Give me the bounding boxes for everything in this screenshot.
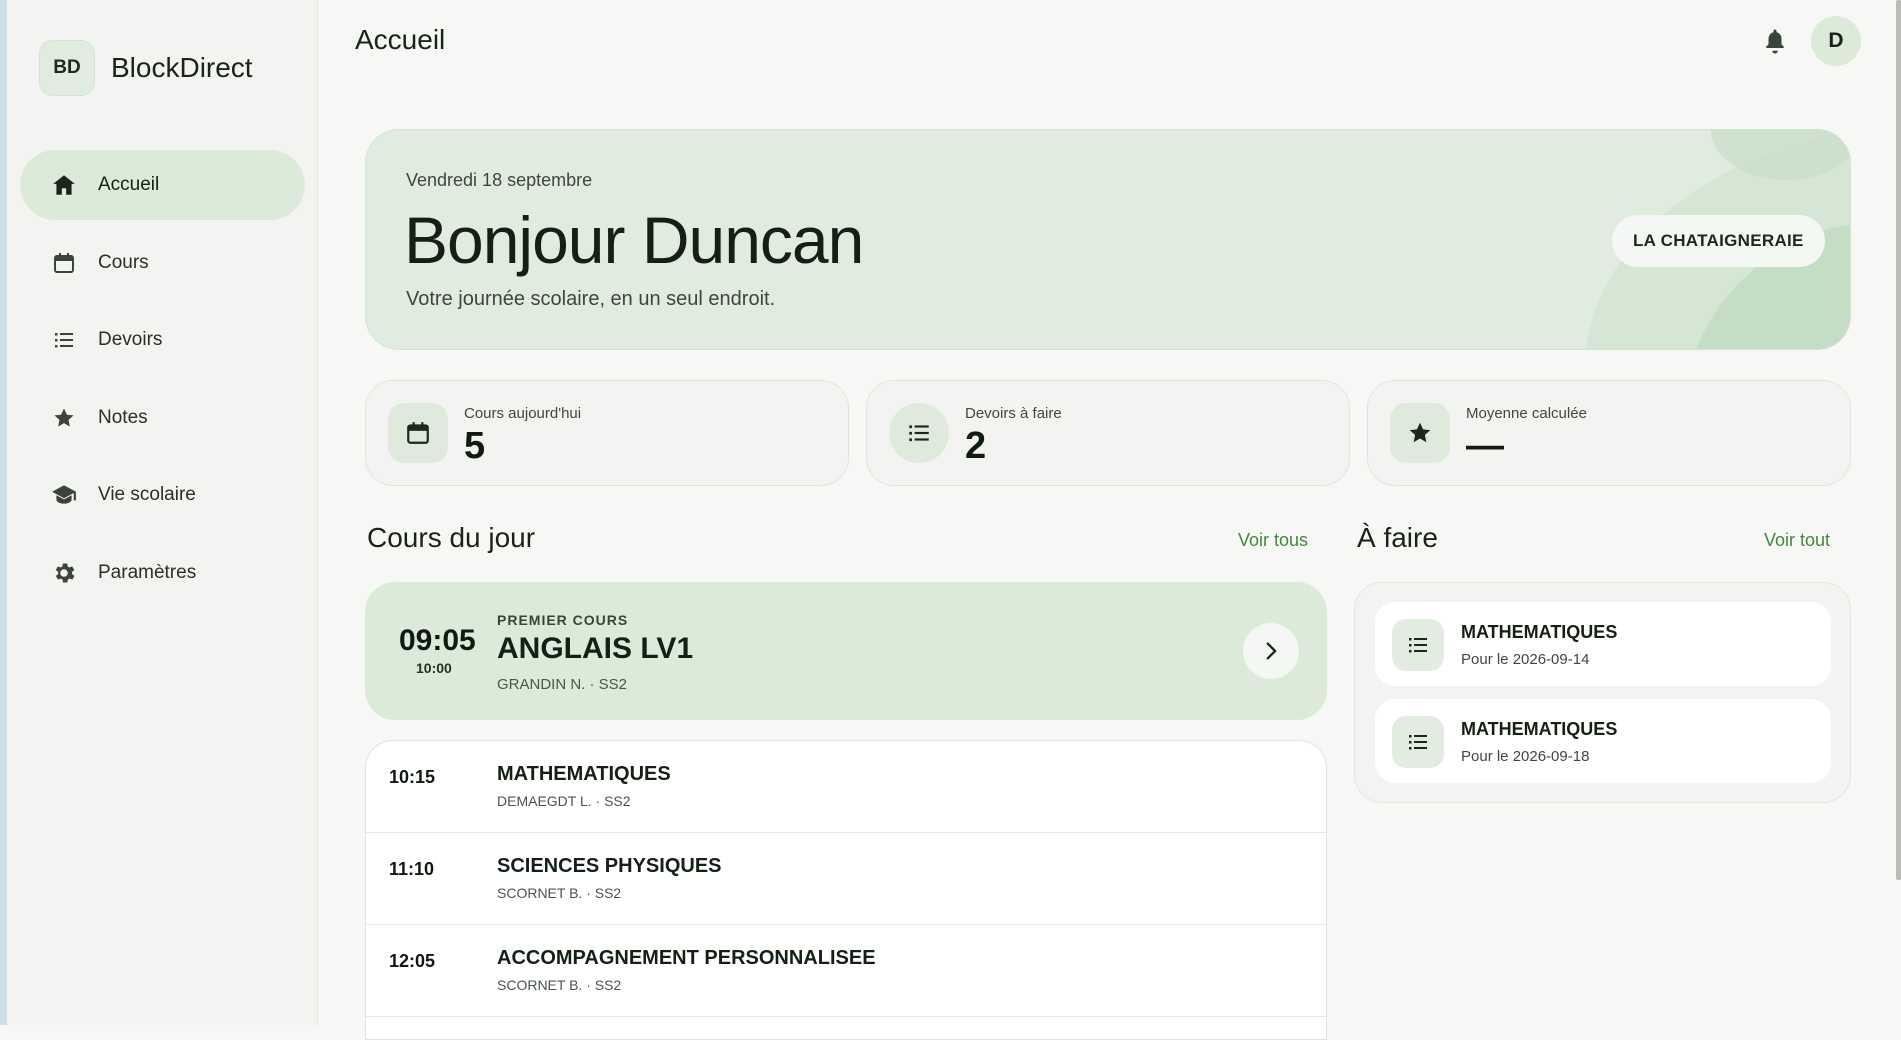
stat-value: 5 <box>464 425 486 467</box>
sidebar-item-label: Paramètres <box>98 561 197 583</box>
sidebar-item-cours[interactable]: Cours <box>20 228 305 298</box>
sidebar-item-vie-scolaire[interactable]: Vie scolaire <box>20 460 305 530</box>
sidebar-item-devoirs[interactable]: Devoirs <box>20 305 305 375</box>
sidebar-item-accueil[interactable]: Accueil <box>20 150 305 220</box>
todo-due-date: Pour le 2026-09-18 <box>1461 748 1590 765</box>
brand-logo: BD <box>39 40 95 96</box>
sidebar-nav: Accueil Cours Devoirs Notes Vie scolaire <box>20 150 305 615</box>
chevron-right-icon[interactable] <box>1243 623 1299 679</box>
home-icon <box>50 171 78 199</box>
stat-card-average[interactable]: Moyenne calculée — <box>1367 380 1851 486</box>
todo-section-title: À faire <box>1357 522 1438 553</box>
sidebar-item-label: Devoirs <box>98 329 163 350</box>
sidebar-item-label: Notes <box>98 406 148 428</box>
see-all-courses-link[interactable]: Voir tous <box>1238 530 1308 551</box>
course-title: MATHEMATIQUES <box>497 763 671 785</box>
list-item[interactable]: MATHEMATIQUES Pour le 2026-09-14 <box>1375 602 1831 686</box>
sidebar-item-label: Vie scolaire <box>98 484 196 505</box>
greeting-subtitle: Votre journée scolaire, en un seul endro… <box>406 288 776 310</box>
stat-card-courses[interactable]: Cours aujourd'hui 5 <box>365 380 849 486</box>
todo-title: MATHEMATIQUES <box>1461 719 1618 739</box>
stat-label: Cours aujourd'hui <box>464 405 582 422</box>
stat-value: 2 <box>965 425 987 467</box>
stat-label: Moyenne calculée <box>1466 405 1587 422</box>
current-date: Vendredi 18 septembre <box>406 170 593 190</box>
course-time: 10:15 <box>389 767 436 787</box>
stat-value: — <box>1466 425 1504 467</box>
course-meta: DEMAEGDT L. · SS2 <box>497 793 631 809</box>
course-meta: SCORNET B. · SS2 <box>497 977 622 993</box>
table-row[interactable]: 11:10 SCIENCES PHYSIQUES SCORNET B. · SS… <box>366 833 1326 925</box>
course-title: ANGLAIS LV1 <box>497 632 694 665</box>
calendar-icon <box>50 249 78 277</box>
brand-name: BlockDirect <box>111 52 253 83</box>
window-edge <box>0 0 7 1025</box>
greeting: Bonjour Duncan <box>404 203 864 277</box>
course-time: 12:05 <box>389 951 436 971</box>
list-icon <box>50 326 78 354</box>
sidebar-item-parametres[interactable]: Paramètres <box>20 538 305 608</box>
avatar[interactable]: D <box>1811 16 1861 66</box>
table-row[interactable]: 10:15 MATHEMATIQUES DEMAEGDT L. · SS2 <box>366 741 1326 833</box>
course-title: SCIENCES PHYSIQUES <box>497 855 722 877</box>
course-end-time: 10:00 <box>416 660 452 676</box>
list-item[interactable]: MATHEMATIQUES Pour le 2026-09-18 <box>1375 699 1831 783</box>
gear-icon <box>50 559 78 587</box>
stat-label: Devoirs à faire <box>965 405 1062 422</box>
sidebar-item-label: Cours <box>98 251 149 273</box>
course-list: 10:15 MATHEMATIQUES DEMAEGDT L. · SS2 11… <box>365 740 1327 1040</box>
list-icon <box>889 403 949 463</box>
stat-card-homework[interactable]: Devoirs à faire 2 <box>866 380 1350 486</box>
todo-title: MATHEMATIQUES <box>1461 622 1618 642</box>
todo-due-date: Pour le 2026-09-14 <box>1461 651 1590 668</box>
list-icon <box>1392 716 1444 768</box>
first-course-card[interactable]: 09:05 10:00 PREMIER COURS ANGLAIS LV1 GR… <box>365 582 1327 720</box>
sidebar-item-notes[interactable]: Notes <box>20 383 305 453</box>
sidebar: BD BlockDirect Accueil Cours Devoirs Not… <box>7 0 318 1025</box>
table-row[interactable]: 12:05 ACCOMPAGNEMENT PERSONNALISEE SCORN… <box>366 925 1326 1017</box>
brand[interactable]: BD BlockDirect <box>39 40 253 96</box>
school-badge[interactable]: LA CHATAIGNERAIE <box>1612 215 1825 267</box>
star-icon <box>50 404 78 432</box>
graduation-cap-icon <box>50 481 78 509</box>
course-meta: GRANDIN N. · SS2 <box>497 676 628 693</box>
list-icon <box>1392 619 1444 671</box>
course-title: ACCOMPAGNEMENT PERSONNALISEE <box>497 947 876 969</box>
sidebar-item-label: Accueil <box>98 174 160 195</box>
course-meta: SCORNET B. · SS2 <box>497 885 622 901</box>
page-title: Accueil <box>355 24 446 55</box>
scrollbar[interactable] <box>1896 0 1901 880</box>
courses-section-title: Cours du jour <box>367 522 536 553</box>
course-time: 11:10 <box>389 859 435 879</box>
see-all-todo-link[interactable]: Voir tout <box>1764 530 1830 551</box>
first-course-kicker: PREMIER COURS <box>497 612 629 628</box>
todo-panel: MATHEMATIQUES Pour le 2026-09-14 MATHEMA… <box>1354 582 1851 803</box>
welcome-banner: Vendredi 18 septembre Bonjour Duncan Vot… <box>365 129 1851 350</box>
bell-icon[interactable] <box>1760 26 1790 56</box>
course-start-time: 09:05 <box>399 624 476 657</box>
star-icon <box>1390 403 1450 463</box>
calendar-icon <box>388 403 448 463</box>
